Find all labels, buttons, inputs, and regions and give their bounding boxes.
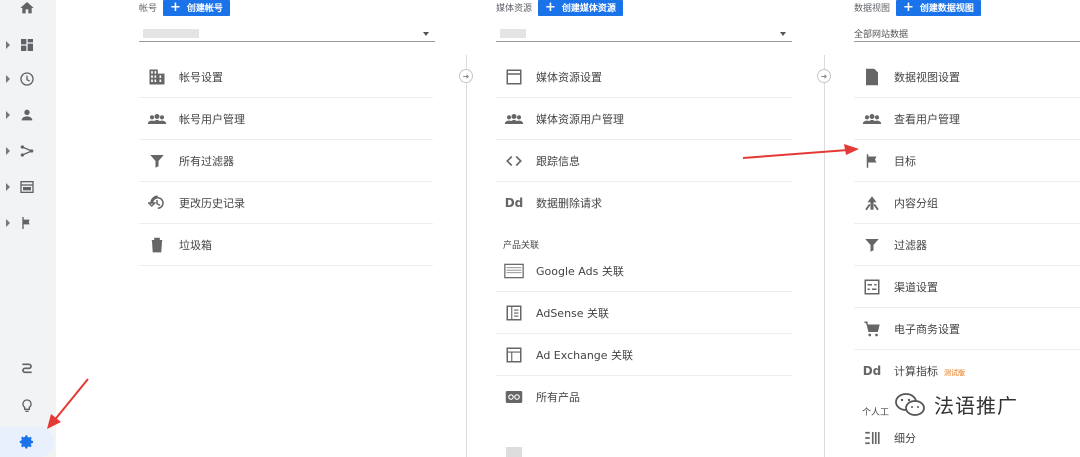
document-icon: [862, 67, 882, 87]
account-user-management-item[interactable]: 帐号用户管理: [139, 98, 433, 140]
people-icon: [862, 109, 882, 129]
goals-item[interactable]: 目标: [854, 140, 1080, 182]
nav-audience[interactable]: [0, 100, 56, 130]
personal-tools-heading: 个人工: [862, 408, 890, 418]
view-selector-underline: [854, 26, 1080, 42]
flag-icon: [862, 151, 882, 171]
partially-visible-item-icon: [506, 447, 522, 457]
adsense-icon: [504, 303, 524, 323]
filter-icon: [862, 235, 882, 255]
segments-icon: [862, 428, 882, 448]
adsense-linking-item[interactable]: AdSense 关联: [496, 292, 792, 334]
nav-home[interactable]: [0, 0, 56, 30]
window-icon: [504, 67, 524, 87]
flag-icon: [22, 217, 30, 229]
property-user-management-item[interactable]: 媒体资源用户管理: [496, 98, 792, 140]
annotation-arrow-to-admin: [47, 378, 89, 429]
all-products-item[interactable]: 所有产品: [496, 376, 792, 418]
content-grouping-item[interactable]: 内容分组: [854, 182, 1080, 224]
account-filters-item[interactable]: 所有过滤器: [139, 140, 433, 182]
calculated-metrics-item[interactable]: Dd 计算指标 测试版: [854, 350, 1080, 392]
view-column-header: 数据视图 + 创建数据视图: [854, 0, 981, 16]
route-icon: [22, 363, 32, 374]
people-icon: [147, 109, 167, 129]
filter-icon: [147, 151, 167, 171]
data-deletion-item[interactable]: Dd 数据删除请求: [496, 182, 792, 224]
nav-customization[interactable]: [0, 30, 56, 60]
code-icon: [504, 151, 524, 171]
beta-badge: 测试版: [944, 368, 965, 377]
behavior-icon: [20, 181, 34, 193]
watermark-text: 法语推广: [934, 394, 1018, 418]
person-icon: [21, 109, 33, 121]
google-ads-icon: [504, 261, 524, 281]
cart-icon: [862, 319, 882, 339]
ad-exchange-linking-item[interactable]: Ad Exchange 关联: [496, 334, 792, 376]
ecommerce-settings-item[interactable]: 电子商务设置: [854, 308, 1080, 350]
content-grouping-icon: [862, 193, 882, 213]
create-view-button[interactable]: + 创建数据视图: [896, 0, 981, 16]
plus-icon: +: [903, 0, 914, 15]
people-icon: [504, 109, 524, 129]
plus-icon: +: [545, 0, 556, 15]
arrow-right-icon: ➜: [459, 69, 473, 83]
account-label: 帐号: [139, 4, 158, 14]
property-label: 媒体资源: [496, 4, 533, 14]
gear-icon: [19, 435, 33, 449]
channel-settings-icon: [862, 277, 882, 297]
dd-icon: Dd: [862, 364, 882, 378]
lightbulb-icon: [22, 399, 32, 412]
create-property-button[interactable]: + 创建媒体资源: [538, 0, 623, 16]
all-products-icon: [504, 387, 524, 407]
view-filters-item[interactable]: 过滤器: [854, 224, 1080, 266]
nav-realtime[interactable]: [0, 64, 56, 94]
property-column-header: 媒体资源 + 创建媒体资源: [496, 0, 623, 16]
history-icon: [147, 193, 167, 213]
account-column-header: 帐号 + 创建帐号: [139, 0, 230, 16]
home-icon: [20, 2, 34, 14]
annotation-arrow-to-goals: [742, 144, 859, 159]
wechat-icon: [895, 392, 925, 416]
clock-icon: [20, 72, 34, 86]
segments-item[interactable]: 细分: [854, 418, 1080, 457]
trash-item[interactable]: 垃圾箱: [139, 224, 433, 266]
property-selector[interactable]: [496, 26, 792, 42]
google-ads-linking-item[interactable]: Google Ads 关联: [496, 250, 792, 292]
property-settings-item[interactable]: 媒体资源设置: [496, 56, 792, 98]
nav-conversions[interactable]: [0, 208, 56, 238]
ad-exchange-icon: [504, 345, 524, 365]
dashboard-icon: [21, 39, 33, 51]
view-settings-item[interactable]: 数据视图设置: [854, 56, 1080, 98]
redacted-account-name: [143, 29, 199, 38]
view-user-management-item[interactable]: 查看用户管理: [854, 98, 1080, 140]
chevron-down-icon: [780, 32, 786, 36]
chevron-down-icon: [423, 32, 429, 36]
view-label: 数据视图: [854, 4, 891, 14]
nav-behavior[interactable]: [0, 172, 56, 202]
column-divider: [466, 55, 467, 457]
column-divider: [824, 55, 825, 457]
arrow-right-icon: ➜: [817, 69, 831, 83]
create-account-button[interactable]: + 创建帐号: [163, 0, 230, 16]
change-history-item[interactable]: 更改历史记录: [139, 182, 433, 224]
account-selector[interactable]: [139, 26, 435, 42]
dd-icon: Dd: [504, 196, 524, 210]
acquisition-icon: [20, 145, 34, 157]
plus-icon: +: [170, 0, 181, 15]
channel-settings-item[interactable]: 渠道设置: [854, 266, 1080, 308]
account-settings-item[interactable]: 帐号设置: [139, 56, 433, 98]
trash-icon: [147, 235, 167, 255]
redacted-property-name: [500, 29, 526, 38]
watermark: 法语推广: [894, 390, 1018, 419]
nav-acquisition[interactable]: [0, 136, 56, 166]
building-icon: [147, 67, 167, 87]
